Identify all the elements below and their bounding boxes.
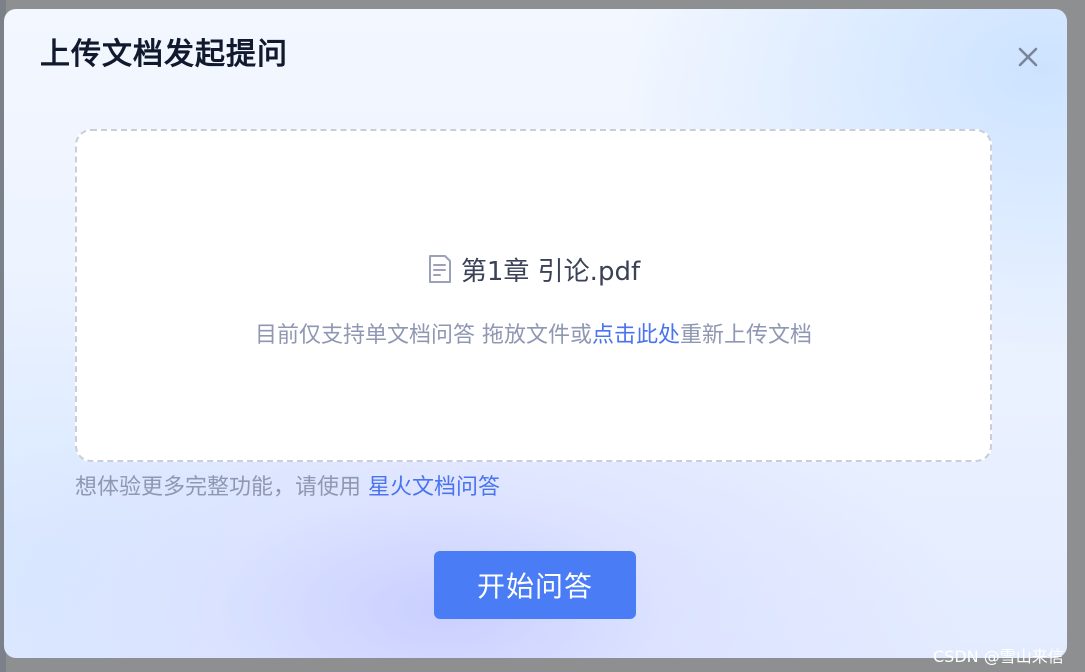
close-icon[interactable] (1014, 43, 1042, 71)
upload-hint-prefix: 目前仅支持单文档问答 拖放文件或 (254, 323, 592, 348)
promo-text: 想体验更多完整功能，请使用 (75, 475, 368, 500)
promo-line: 想体验更多完整功能，请使用 星火文档问答 (75, 469, 500, 501)
dialog-title: 上传文档发起提问 (40, 37, 288, 72)
uploaded-file: 第1章 引论.pdf (77, 249, 990, 289)
document-icon (428, 255, 451, 283)
file-dropzone[interactable]: 第1章 引论.pdf 目前仅支持单文档问答 拖放文件或点击此处重新上传文档 (75, 129, 992, 462)
xinghuo-doc-link[interactable]: 星火文档问答 (368, 475, 500, 500)
upload-hint-suffix: 重新上传文档 (680, 323, 813, 348)
file-name: 第1章 引论.pdf (460, 256, 641, 287)
upload-dialog: 上传文档发起提问 第1章 引论.pdf 目前仅支持单文档问答 拖放文件或点击此处… (4, 9, 1067, 658)
start-qa-button[interactable]: 开始问答 (434, 551, 636, 619)
upload-hint: 目前仅支持单文档问答 拖放文件或点击此处重新上传文档 (77, 317, 990, 349)
reupload-link[interactable]: 点击此处 (592, 323, 680, 348)
watermark: CSDN @雪山来信 (933, 647, 1064, 666)
